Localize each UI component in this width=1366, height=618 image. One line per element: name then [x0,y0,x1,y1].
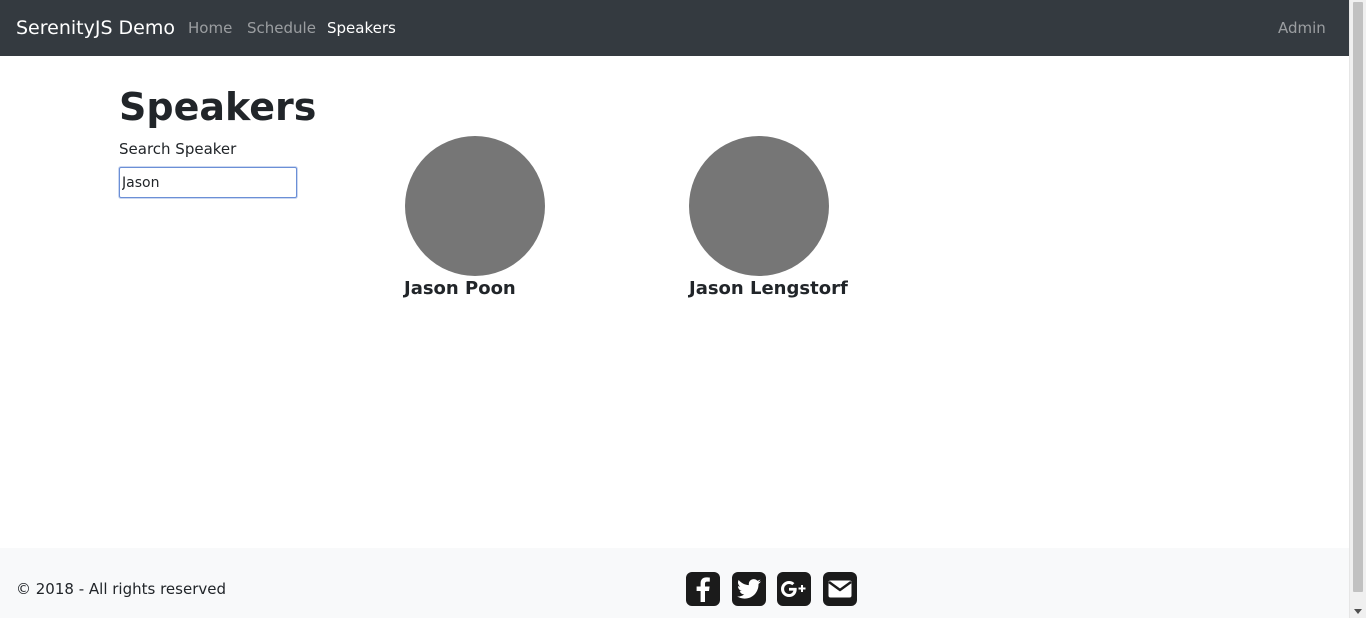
speaker-name[interactable]: Jason Poon [404,277,516,301]
speaker-avatar[interactable] [689,136,829,276]
google-plus-icon[interactable] [777,572,811,606]
nav-link-admin[interactable]: Admin [1278,18,1326,38]
page: SerenityJS Demo Home Schedule Speakers A… [0,0,1349,618]
vertical-scrollbar[interactable] [1349,0,1366,618]
copyright-text: © 2018 - All rights reserved [16,580,226,598]
speaker-name[interactable]: Jason Lengstorf [689,277,848,301]
page-title: Speakers [119,85,317,129]
speaker-avatar[interactable] [405,136,545,276]
twitter-icon[interactable] [732,572,766,606]
top-navbar: SerenityJS Demo Home Schedule Speakers A… [0,0,1349,56]
search-label: Search Speaker [119,140,237,158]
scrollbar-thumb[interactable] [1353,2,1363,592]
footer: © 2018 - All rights reserved [0,548,1349,618]
scroll-down-arrow-icon[interactable] [1354,609,1362,614]
nav-link-schedule[interactable]: Schedule [247,18,316,38]
email-icon[interactable] [823,572,857,606]
brand-link[interactable]: SerenityJS Demo [16,16,175,40]
search-speaker-input[interactable] [119,167,297,198]
facebook-icon[interactable] [686,572,720,606]
nav-link-speakers[interactable]: Speakers [327,18,396,38]
nav-link-home[interactable]: Home [188,18,232,38]
